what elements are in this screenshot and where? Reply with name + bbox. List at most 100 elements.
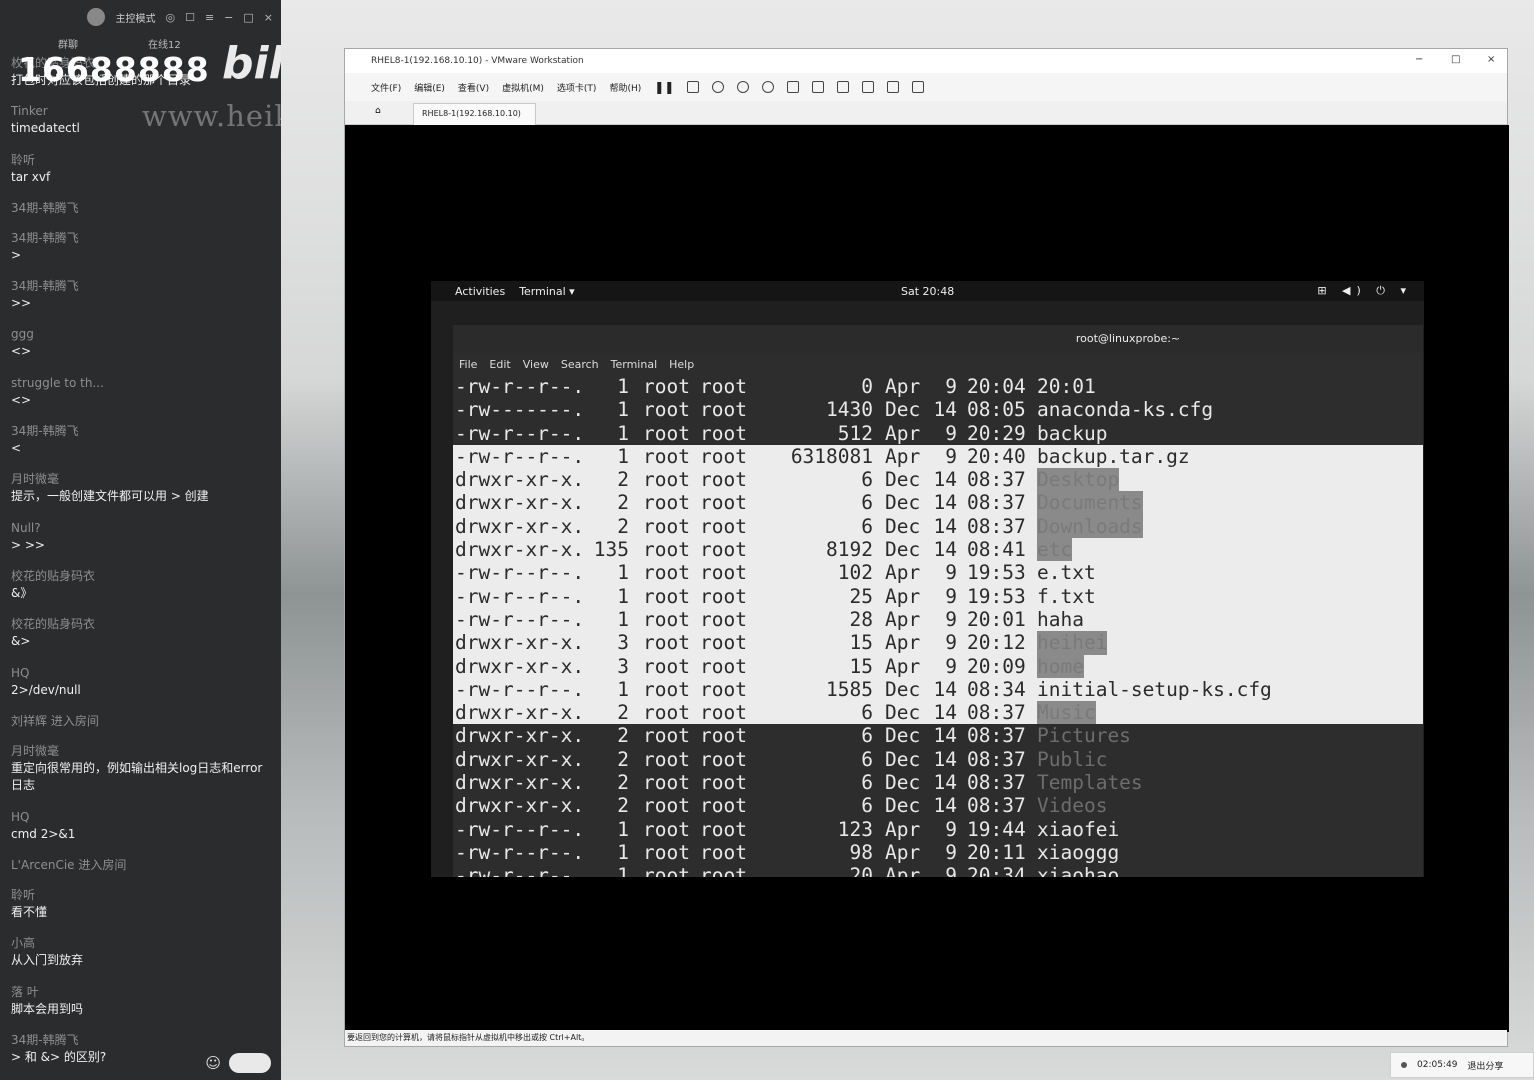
chat-text: cmd 2>&1	[11, 826, 76, 841]
menu-edit[interactable]: 编辑(E)	[414, 81, 445, 94]
ls-group: root	[700, 444, 747, 468]
chat-sender: L'ArcenCie 进入房间	[11, 858, 127, 873]
console-icon[interactable]	[887, 81, 900, 93]
library-icon[interactable]	[787, 81, 800, 93]
chat-text: 脚本会用到吗	[11, 1001, 84, 1016]
chat-text: >>	[11, 296, 32, 311]
fullscreen-icon[interactable]	[837, 81, 850, 93]
menu-edit[interactable]: Edit	[489, 358, 510, 371]
ls-group: root	[700, 514, 747, 538]
ls-links: 2	[617, 724, 629, 748]
chat-message: 月时微毫 提示，一般创建文件都可以用 > 创建	[11, 470, 273, 518]
terminal-app-menu[interactable]: Terminal ▾	[519, 285, 575, 298]
ls-perm: -rw-r--r--.	[455, 864, 585, 877]
snapshot-icon[interactable]	[712, 81, 725, 93]
ls-mon: Dec	[885, 677, 921, 701]
ls-links: 3	[617, 631, 629, 655]
close-icon[interactable]: ×	[1487, 54, 1495, 65]
ls-links: 1	[617, 398, 629, 422]
chat-sender: Null?	[11, 520, 41, 535]
chat-topbar: 主控模式 ◎ ☐ ≡ − □ ×	[0, 0, 281, 34]
menu-search[interactable]: Search	[561, 358, 599, 371]
ls-name: backup.tar.gz	[1037, 444, 1190, 468]
ls-links: 2	[617, 514, 629, 538]
menu-view[interactable]: View	[523, 358, 549, 371]
activities-button[interactable]: Activities	[455, 285, 505, 298]
chat-message: ggg <>	[11, 325, 273, 373]
ls-links: 1	[617, 561, 629, 585]
chat-text: <>	[11, 392, 32, 407]
menu-file[interactable]: File	[459, 358, 477, 371]
chat-message: L'ArcenCie 进入房间	[11, 856, 273, 886]
snapshot-manager-icon[interactable]	[762, 81, 775, 93]
ls-links: 2	[617, 747, 629, 771]
ls-mon: Dec	[885, 747, 921, 771]
ls-perm: -rw-r--r--.	[455, 840, 585, 864]
menu-help[interactable]: 帮助(H)	[609, 81, 641, 94]
menu-file[interactable]: 文件(F)	[371, 81, 401, 94]
ls-time: 20:29	[967, 421, 1026, 445]
ls-size: 0	[861, 375, 873, 398]
ls-day: 14	[933, 491, 957, 515]
maximize-icon[interactable]: □	[243, 11, 253, 24]
vm-screen[interactable]: Activities Terminal ▾ Sat 20:48 ⊞ ◀) ⏻ ▾…	[345, 125, 1509, 1032]
home-tab-icon[interactable]: ⌂	[375, 106, 381, 116]
maximize-icon[interactable]: □	[1451, 54, 1460, 65]
vmware-statusbar: 要返回到您的计算机，请将鼠标指针从虚拟机中移出或按 Ctrl+Alt。	[345, 1030, 1507, 1046]
ls-day: 14	[933, 468, 957, 492]
ls-day: 14	[933, 538, 957, 562]
minimize-icon[interactable]: −	[1415, 54, 1423, 65]
chat-message: 小高 从入门到放弃	[11, 934, 273, 982]
stretch-icon[interactable]	[912, 81, 925, 93]
ls-day: 9	[945, 421, 957, 445]
chat-sender: 34期-韩腾飞	[11, 230, 79, 245]
terminal-output[interactable]: -rw-r--r--. 1 root root 0 Apr 9 20:04 20:01 -rw--…	[453, 375, 1423, 877]
avatar[interactable]	[87, 8, 106, 26]
ls-name: Music	[1037, 701, 1096, 725]
emoji-icon[interactable]: ☺	[205, 1054, 221, 1072]
menu-tabs[interactable]: 选项卡(T)	[557, 81, 597, 94]
chat-message: struggle to th... <>	[11, 374, 273, 422]
ls-day: 14	[933, 747, 957, 771]
menu-terminal[interactable]: Terminal	[611, 358, 658, 371]
ls-group: root	[700, 631, 747, 655]
ls-time: 20:40	[967, 444, 1026, 468]
menu-help[interactable]: Help	[669, 358, 694, 371]
chat-text: &》	[11, 585, 33, 600]
chat-sender: 聆听	[11, 888, 36, 903]
vmware-window: RHEL8-1(192.168.10.10) - VMware Workstat…	[344, 48, 1509, 1047]
exit-share-button[interactable]: 退出分享	[1467, 1059, 1503, 1072]
minimize-icon[interactable]: −	[224, 11, 233, 24]
menu-icon[interactable]: ≡	[205, 11, 214, 24]
thumbnail-icon[interactable]	[812, 81, 825, 93]
ls-mon: Apr	[885, 561, 921, 585]
send-toggle[interactable]	[229, 1053, 271, 1073]
ls-time: 20:12	[967, 631, 1026, 655]
revert-snapshot-icon[interactable]	[737, 81, 750, 93]
settings-icon[interactable]: ◎	[165, 11, 175, 24]
pause-icon[interactable]: ❚❚	[654, 80, 674, 94]
unity-icon[interactable]	[862, 81, 875, 93]
ls-day: 9	[945, 864, 957, 877]
ls-perm: drwxr-xr-x.	[455, 747, 585, 771]
send-ctrl-alt-del-icon[interactable]	[687, 81, 700, 93]
edit-icon[interactable]: ☐	[185, 11, 195, 24]
tab-rhel8[interactable]: RHEL8-1(192.168.10.10)	[413, 103, 536, 125]
ls-links: 1	[617, 607, 629, 631]
mode-label[interactable]: 主控模式	[115, 10, 155, 25]
ls-group: root	[700, 677, 747, 701]
terminal-line: drwxr-xr-x. 135 root root 8192 Dec 14 08:41 etc	[453, 538, 1423, 562]
ls-name: Videos	[1037, 794, 1108, 818]
ls-name: Pictures	[1037, 724, 1131, 748]
menu-view[interactable]: 查看(V)	[458, 81, 489, 94]
ls-links: 2	[617, 701, 629, 725]
close-icon[interactable]: ×	[264, 11, 273, 24]
ls-time: 19:53	[967, 561, 1026, 585]
ls-mon: Apr	[885, 654, 921, 678]
menu-vm[interactable]: 虚拟机(M)	[502, 81, 544, 94]
clock[interactable]: Sat 20:48	[901, 285, 954, 298]
ls-size: 6	[861, 771, 873, 795]
ls-group: root	[700, 375, 747, 398]
watermark-url: www.heike123.com	[142, 99, 281, 133]
system-tray[interactable]: ⊞ ◀) ⏻ ▾	[1317, 284, 1412, 298]
